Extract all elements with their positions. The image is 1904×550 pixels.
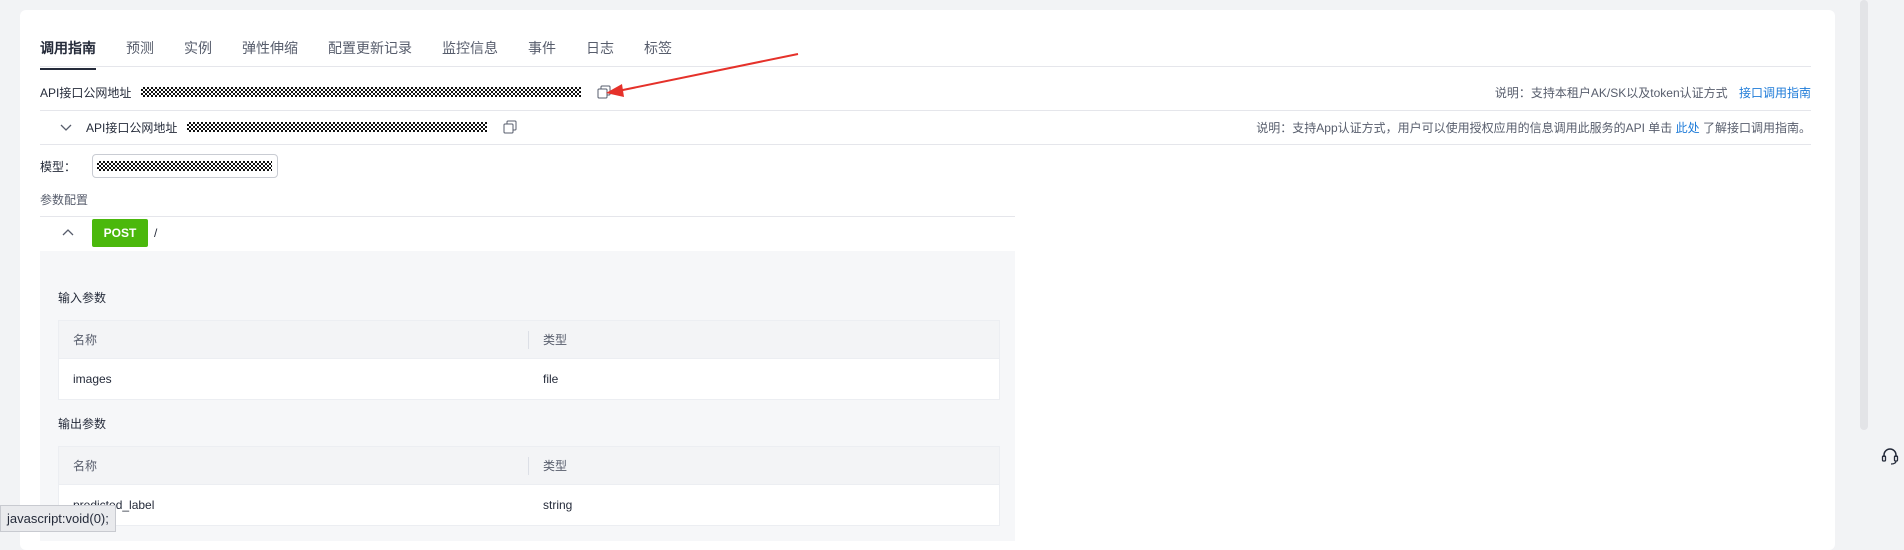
col-type-header: 类型 bbox=[543, 459, 568, 473]
model-row: 模型： bbox=[40, 154, 279, 178]
col-type-header: 类型 bbox=[543, 333, 568, 347]
endpoint-row[interactable]: POST / bbox=[40, 217, 1015, 249]
param-name: images bbox=[73, 372, 112, 386]
tab-predict[interactable]: 预测 bbox=[126, 38, 154, 66]
api-public-label: API接口公网地址 bbox=[40, 85, 132, 100]
endpoint-path: / bbox=[154, 226, 158, 240]
copy-icon[interactable] bbox=[503, 120, 517, 134]
col-name-header: 名称 bbox=[59, 330, 529, 349]
output-params-title: 输出参数 bbox=[58, 417, 107, 431]
input-params-title: 输入参数 bbox=[58, 291, 107, 305]
tab-tags[interactable]: 标签 bbox=[644, 38, 672, 66]
table-header: 名称 类型 bbox=[59, 321, 999, 358]
param-name: predicted_label bbox=[59, 485, 529, 525]
col-name-header: 名称 bbox=[59, 456, 529, 475]
input-params-table: 名称 类型 images file bbox=[58, 320, 1000, 400]
chevron-down-icon[interactable] bbox=[58, 119, 74, 135]
model-label: 模型： bbox=[40, 159, 77, 174]
divider bbox=[40, 110, 1811, 111]
scrollbar[interactable] bbox=[1860, 0, 1868, 430]
tab-config-history[interactable]: 配置更新记录 bbox=[328, 38, 412, 66]
here-link[interactable]: 此处 bbox=[1676, 121, 1700, 135]
app-api-row: API接口公网地址 说明：支持App认证方式，用户可以使用授权应用的信息调用此服… bbox=[40, 115, 1811, 139]
params-panel: 输入参数 名称 类型 images file 输出参数 名称 类型 predic… bbox=[40, 251, 1015, 541]
tab-call-guide[interactable]: 调用指南 bbox=[40, 38, 96, 70]
divider bbox=[40, 144, 1811, 145]
api-guide-link[interactable]: 接口调用指南 bbox=[1739, 86, 1811, 100]
api-public-row: API接口公网地址 说明：支持本租户AK/SK以及token认证方式 接口调用指… bbox=[40, 80, 1811, 104]
table-header: 名称 类型 bbox=[59, 447, 999, 484]
app-api-url-masked bbox=[187, 122, 488, 132]
table-row: images file bbox=[59, 358, 999, 399]
api-public-url-masked bbox=[141, 87, 582, 97]
output-params-table: 名称 类型 predicted_label string bbox=[58, 446, 1000, 526]
tab-events[interactable]: 事件 bbox=[528, 38, 556, 66]
http-method-badge: POST bbox=[92, 219, 148, 247]
copy-icon[interactable] bbox=[597, 85, 611, 99]
chevron-up-icon[interactable] bbox=[60, 225, 76, 241]
app-api-label: API接口公网地址 bbox=[86, 120, 178, 135]
status-bar: javascript:void(0); bbox=[0, 505, 116, 532]
api-public-note-text: 说明：支持本租户AK/SK以及token认证方式 bbox=[1494, 85, 1728, 100]
model-select[interactable] bbox=[92, 154, 279, 178]
app-api-note-prefix: 说明：支持App认证方式，用户可以使用授权应用的信息调用此服务的API 单击 bbox=[1256, 120, 1676, 135]
param-config-title: 参数配置 bbox=[40, 193, 89, 207]
app-api-note-suffix: 了解接口调用指南。 bbox=[1699, 120, 1811, 135]
model-name-masked bbox=[97, 161, 273, 171]
tab-instance[interactable]: 实例 bbox=[184, 38, 212, 66]
param-type: string bbox=[543, 498, 573, 512]
param-type: file bbox=[543, 372, 559, 386]
tab-monitoring[interactable]: 监控信息 bbox=[442, 38, 498, 66]
tab-logs[interactable]: 日志 bbox=[586, 38, 614, 66]
tabs-divider bbox=[40, 66, 1811, 67]
api-public-note: 说明：支持本租户AK/SK以及token认证方式 接口调用指南 bbox=[1495, 84, 1811, 101]
headset-icon[interactable] bbox=[1880, 446, 1900, 466]
table-row: predicted_label string bbox=[59, 484, 999, 525]
tab-bar: 调用指南 预测 实例 弹性伸缩 配置更新记录 监控信息 事件 日志 标签 bbox=[40, 38, 702, 70]
app-api-note: 说明：支持App认证方式，用户可以使用授权应用的信息调用此服务的API 单击 此… bbox=[1256, 119, 1811, 136]
tab-autoscaling[interactable]: 弹性伸缩 bbox=[242, 38, 298, 66]
